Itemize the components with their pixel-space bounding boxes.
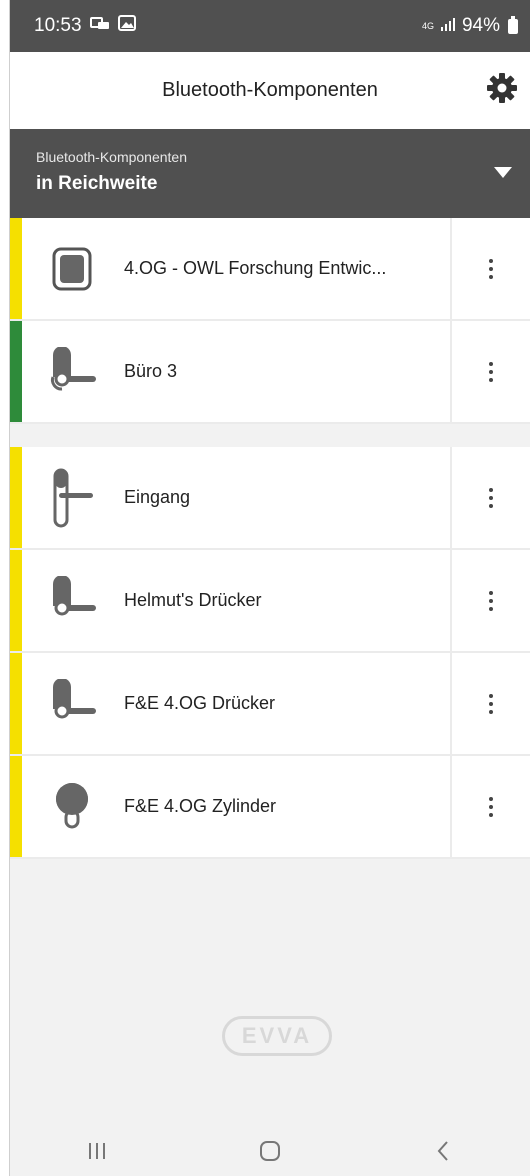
notification-icon <box>89 15 110 37</box>
recent-apps-button[interactable] <box>67 1133 127 1173</box>
more-vert-icon <box>489 796 493 817</box>
list-item-label: Büro 3 <box>124 361 178 381</box>
caret-down-icon <box>494 167 512 178</box>
door-handle-icon <box>36 342 108 402</box>
list-item-label: F&E 4.OG Zylinder <box>124 796 277 816</box>
list-item-main[interactable]: F&E 4.OG Zylinder <box>10 756 450 857</box>
battery-percent: 94% <box>461 15 500 36</box>
cylinder-icon <box>36 777 108 837</box>
more-vert-icon <box>489 590 493 611</box>
more-vert-icon <box>489 487 493 508</box>
filter-value: in Reichweite <box>36 173 158 194</box>
filter-label: Bluetooth-Komponenten <box>36 149 187 165</box>
more-options-button[interactable] <box>450 653 530 754</box>
settings-button[interactable] <box>484 72 520 108</box>
status-stripe <box>10 447 22 548</box>
status-stripe <box>10 321 22 422</box>
system-nav-bar <box>10 1130 530 1176</box>
more-options-button[interactable] <box>450 321 530 422</box>
list-item: F&E 4.OG Drücker <box>10 653 530 756</box>
window-frame <box>0 0 10 1176</box>
image-icon <box>117 15 136 37</box>
list-item-main[interactable]: Eingang <box>10 447 450 548</box>
more-options-button[interactable] <box>450 756 530 857</box>
app-header: Bluetooth-Komponenten <box>10 52 530 129</box>
network-type: 4G <box>421 21 434 31</box>
list-item: 4.OG - OWL Forschung Entwic... <box>10 218 530 321</box>
home-icon <box>258 1139 282 1168</box>
long-plate-handle-icon <box>36 468 108 528</box>
list-item-main[interactable]: Büro 3 <box>10 321 450 422</box>
logo-text: EVVA <box>241 1023 313 1048</box>
list-item: F&E 4.OG Zylinder <box>10 756 530 859</box>
signal-icon <box>440 15 456 37</box>
list-item: Helmut's Drücker <box>10 550 530 653</box>
gear-icon <box>486 72 518 109</box>
more-vert-icon <box>489 693 493 714</box>
wall-reader-icon <box>36 239 108 299</box>
component-list-primary: 4.OG - OWL Forschung Entwic... Büro 3 <box>10 218 530 424</box>
door-handle-icon <box>36 571 108 631</box>
filter-dropdown[interactable]: Bluetooth-Komponenten in Reichweite <box>10 129 530 218</box>
home-button[interactable] <box>240 1133 300 1173</box>
page-title: Bluetooth-Komponenten <box>162 79 378 101</box>
more-vert-icon <box>489 258 493 279</box>
status-time: 10:53 <box>34 15 82 36</box>
door-handle-icon <box>36 674 108 734</box>
recent-apps-icon <box>86 1141 108 1166</box>
list-item: Büro 3 <box>10 321 530 424</box>
status-stripe <box>10 653 22 754</box>
more-options-button[interactable] <box>450 447 530 548</box>
list-item: Eingang <box>10 447 530 550</box>
battery-icon <box>508 15 518 34</box>
more-options-button[interactable] <box>450 218 530 319</box>
list-item-label: 4.OG - OWL Forschung Entwic... <box>124 258 387 278</box>
list-item-main[interactable]: Helmut's Drücker <box>10 550 450 651</box>
more-options-button[interactable] <box>450 550 530 651</box>
list-item-label: Eingang <box>124 487 191 507</box>
status-stripe <box>10 756 22 857</box>
brand-logo: EVVA <box>222 1016 332 1056</box>
list-item-main[interactable]: 4.OG - OWL Forschung Entwic... <box>10 218 450 319</box>
back-button[interactable] <box>413 1133 473 1173</box>
status-bar: 10:53 4G 94% <box>10 0 530 52</box>
more-vert-icon <box>489 361 493 382</box>
status-stripe <box>10 550 22 651</box>
list-item-label: Helmut's Drücker <box>124 590 262 610</box>
status-stripe <box>10 218 22 319</box>
component-list-secondary: Eingang Helmut's Drücker F&E 4.OG Drücke… <box>10 447 530 859</box>
list-item-label: F&E 4.OG Drücker <box>124 693 276 713</box>
back-chevron-icon <box>435 1139 451 1168</box>
list-item-main[interactable]: F&E 4.OG Drücker <box>10 653 450 754</box>
